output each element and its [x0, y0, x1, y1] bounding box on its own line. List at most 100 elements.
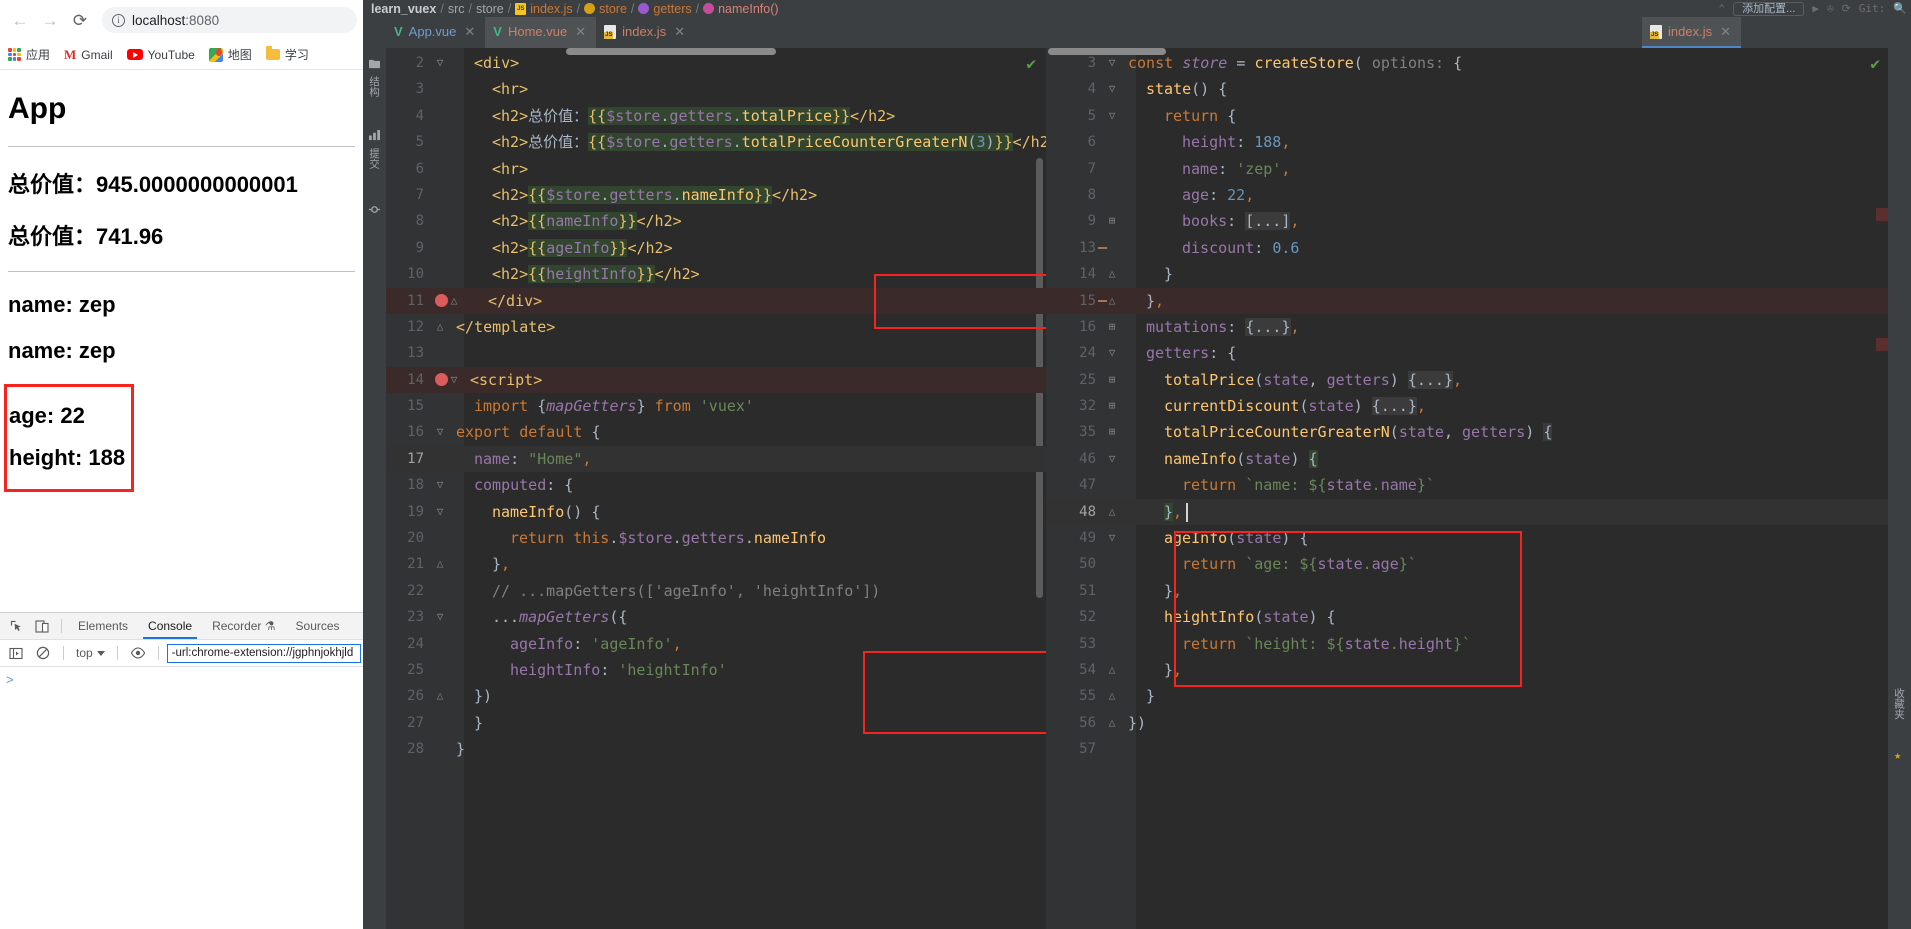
close-icon[interactable]: ✕: [1720, 24, 1731, 40]
tab-elements[interactable]: Elements: [69, 615, 137, 638]
tab-sources[interactable]: Sources: [287, 615, 349, 638]
debug-icon[interactable]: ✇: [1827, 2, 1834, 15]
code-fold-toggle-icon[interactable]: ▽: [1102, 340, 1122, 366]
code-line[interactable]: 16 ⊞ mutations: {...},: [1046, 314, 1888, 340]
code-line[interactable]: 54 △},: [1046, 657, 1888, 683]
code-line[interactable]: 24 ageInfo: 'ageInfo',: [386, 631, 1046, 657]
code-line[interactable]: 7 <h2>{{$store.getters.nameInfo}}</h2>: [386, 182, 1046, 208]
code-fold-toggle-icon[interactable]: ▽: [430, 472, 450, 498]
code-line[interactable]: 49 ▽ ageInfo(state) {: [1046, 525, 1888, 551]
close-icon[interactable]: ✕: [575, 24, 586, 40]
run-configuration-selector[interactable]: 添加配置...: [1733, 1, 1805, 16]
bookmarks-tool-label[interactable]: 收藏夹: [1892, 688, 1907, 720]
code-line[interactable]: 17 name: "Home",: [386, 445, 1046, 473]
code-line[interactable]: 56 △}): [1046, 710, 1888, 736]
code-fold-toggle-icon[interactable]: △: [1102, 683, 1122, 709]
code-line[interactable]: 25 heightInfo: 'heightInfo': [386, 657, 1046, 683]
breadcrumb-method-symbol[interactable]: nameInfo(): [718, 2, 778, 16]
editor-tab-index-js[interactable]: index.js ✕: [596, 17, 695, 48]
editor-home-vue[interactable]: ✔ 2 ▽ <div> 3 <hr> 4 <h2>总价值：{{$store.getters.…: [386, 48, 1046, 929]
code-line[interactable]: 47 return `name: ${state.name}`: [1046, 472, 1888, 498]
code-line[interactable]: 16 ▽ export default {: [386, 419, 1046, 445]
code-line[interactable]: 14 △}: [1046, 261, 1888, 287]
breadcrumb-src[interactable]: src: [448, 2, 465, 16]
code-line[interactable]: 12 △ </template>: [386, 314, 1046, 340]
search-icon[interactable]: 🔍: [1893, 2, 1907, 15]
code-line[interactable]: 14 ▽ <script>: [386, 366, 1046, 394]
bookmark-study-folder[interactable]: 学习: [265, 46, 309, 63]
run-icon[interactable]: ▶: [1812, 2, 1819, 15]
code-line[interactable]: 4 ▽ state() {: [1046, 76, 1888, 102]
git-label[interactable]: Git:: [1859, 2, 1886, 15]
editor-tab-home-vue[interactable]: V Home.vue ✕: [485, 17, 597, 48]
bookmark-gmail[interactable]: M Gmail: [64, 47, 113, 63]
code-line[interactable]: 55 △}: [1046, 683, 1888, 709]
structure-icon[interactable]: [369, 126, 380, 141]
bookmark-youtube[interactable]: YouTube: [126, 48, 195, 62]
inspect-element-icon[interactable]: [4, 615, 28, 637]
project-folder-icon[interactable]: [369, 54, 380, 69]
breadcrumb[interactable]: learn_vuex / src / store / JS index.js /…: [371, 2, 779, 16]
code-fold-toggle-icon[interactable]: △: [430, 314, 450, 340]
code-fold-toggle-icon[interactable]: ▽: [1102, 76, 1122, 102]
code-line[interactable]: 26 △}): [386, 683, 1046, 709]
code-line[interactable]: 20 return this.$store.getters.nameInfo: [386, 525, 1046, 551]
close-icon[interactable]: ✕: [674, 24, 685, 40]
code-line[interactable]: 9 ⊞ books: [...],: [1046, 208, 1888, 234]
commit-icon[interactable]: [369, 200, 380, 213]
code-line[interactable]: 52 heightInfo(state) {: [1046, 604, 1888, 630]
code-fold-toggle-icon[interactable]: ▽: [430, 604, 450, 630]
live-expression-eye-icon[interactable]: [126, 642, 150, 664]
console-sidebar-icon[interactable]: [4, 642, 28, 664]
code-line[interactable]: 53 return `height: ${state.height}`: [1046, 631, 1888, 657]
code-line[interactable]: 18 ▽ computed: {: [386, 472, 1046, 498]
code-line[interactable]: 7 name: 'zep',: [1046, 156, 1888, 182]
editor-tab-index-js-right[interactable]: index.js ✕: [1642, 17, 1741, 48]
bookmark-apps[interactable]: 应用: [8, 46, 50, 63]
breadcrumb-getters-symbol[interactable]: getters: [653, 2, 691, 16]
editor-tab-app-vue[interactable]: V App.vue ✕: [386, 17, 485, 48]
breadcrumb-file[interactable]: index.js: [530, 2, 572, 16]
close-icon[interactable]: ✕: [464, 24, 475, 40]
back-button[interactable]: ←: [6, 6, 34, 34]
code-line[interactable]: 8 <h2>{{nameInfo}}</h2>: [386, 208, 1046, 234]
code-fold-toggle-icon[interactable]: ▽: [430, 419, 450, 445]
reload-button[interactable]: ⟳: [66, 6, 94, 34]
code-line[interactable]: 5 ▽ return {: [1046, 103, 1888, 129]
code-line[interactable]: 15 import {mapGetters} from 'vuex': [386, 393, 1046, 419]
code-line[interactable]: 2 ▽ <div>: [386, 50, 1046, 76]
code-line[interactable]: 11 △ </div>: [386, 287, 1046, 314]
code-fold-toggle-icon[interactable]: ▽: [1102, 103, 1122, 129]
console-filter-input[interactable]: [166, 643, 361, 663]
code-fold-toggle-icon[interactable]: ▽: [1102, 525, 1122, 551]
code-fold-toggle-icon[interactable]: ▽: [430, 50, 450, 76]
code-fold-toggle-icon[interactable]: ▽: [1102, 50, 1122, 76]
code-fold-toggle-icon[interactable]: △: [1102, 710, 1122, 736]
code-line[interactable]: 6 <hr>: [386, 156, 1046, 182]
code-line[interactable]: 35 ⊞ totalPriceCounterGreaterN(state, gett…: [1046, 419, 1888, 445]
code-fold-toggle-icon[interactable]: ⊞: [1102, 367, 1122, 393]
code-line[interactable]: 3 <hr>: [386, 76, 1046, 102]
code-line[interactable]: 25 ⊞ totalPrice(state, getters) {...},: [1046, 367, 1888, 393]
device-toolbar-icon[interactable]: [30, 615, 54, 637]
code-line[interactable]: 13 discount: 0.6: [1046, 235, 1888, 261]
code-line[interactable]: 8 age: 22,: [1046, 182, 1888, 208]
code-fold-toggle-icon[interactable]: △: [1102, 499, 1122, 525]
code-line[interactable]: 22 // ...mapGetters(['ageInfo', 'heightIn…: [386, 578, 1046, 604]
code-line[interactable]: 27}: [386, 710, 1046, 736]
code-line[interactable]: 32 ⊞ currentDiscount(state) {...},: [1046, 393, 1888, 419]
code-line[interactable]: 51},: [1046, 578, 1888, 604]
tab-console[interactable]: Console: [139, 615, 201, 639]
upload-icon[interactable]: ⌃: [1719, 2, 1726, 15]
breadcrumb-store-symbol[interactable]: store: [599, 2, 627, 16]
commit-tool-label[interactable]: 提交: [367, 148, 382, 169]
site-info-icon[interactable]: i: [112, 13, 125, 27]
code-fold-toggle-icon[interactable]: △: [1102, 657, 1122, 683]
code-fold-toggle-icon[interactable]: ▽: [430, 499, 450, 525]
code-fold-toggle-icon[interactable]: ⊞: [1102, 419, 1122, 445]
clear-console-icon[interactable]: [31, 642, 55, 664]
editor-index-js[interactable]: ✔ 3 ▽ const store = createStore( options: …: [1046, 48, 1888, 929]
code-line[interactable]: 4 <h2>总价值：{{$store.getters.totalPrice}}</…: [386, 103, 1046, 129]
code-line[interactable]: 3 ▽ const store = createStore( options: {: [1046, 50, 1888, 76]
forward-button[interactable]: →: [36, 6, 64, 34]
